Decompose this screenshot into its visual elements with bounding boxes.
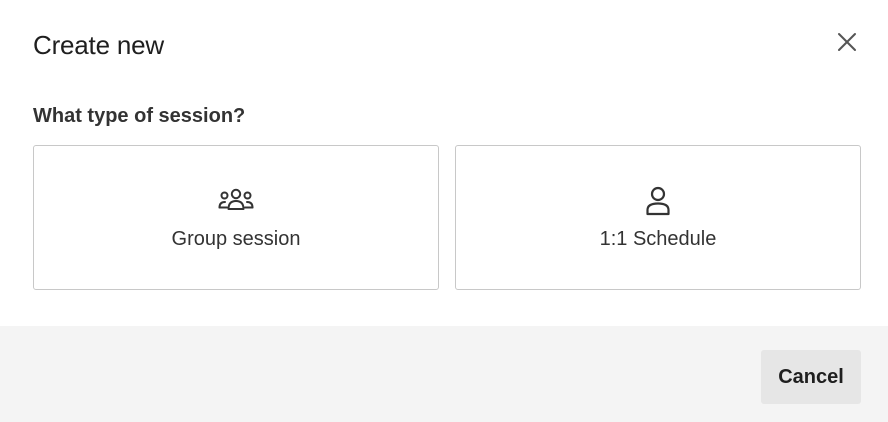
single-user-icon (639, 186, 677, 216)
one-on-one-schedule-label: 1:1 Schedule (599, 228, 717, 250)
dialog-body: Create new What type of session? Group s… (0, 0, 888, 326)
cancel-button[interactable]: Cancel (761, 350, 861, 404)
session-type-question: What type of session? (33, 105, 246, 127)
group-session-option[interactable]: Group session (33, 145, 439, 290)
dialog-footer: Cancel (0, 326, 888, 422)
one-on-one-schedule-option[interactable]: 1:1 Schedule (455, 145, 861, 290)
close-button[interactable] (832, 27, 862, 57)
close-icon (838, 33, 856, 51)
group-session-label: Group session (171, 228, 301, 250)
group-users-icon (217, 186, 255, 216)
create-new-dialog: Create new What type of session? Group s… (0, 0, 888, 422)
dialog-title: Create new (33, 30, 164, 60)
